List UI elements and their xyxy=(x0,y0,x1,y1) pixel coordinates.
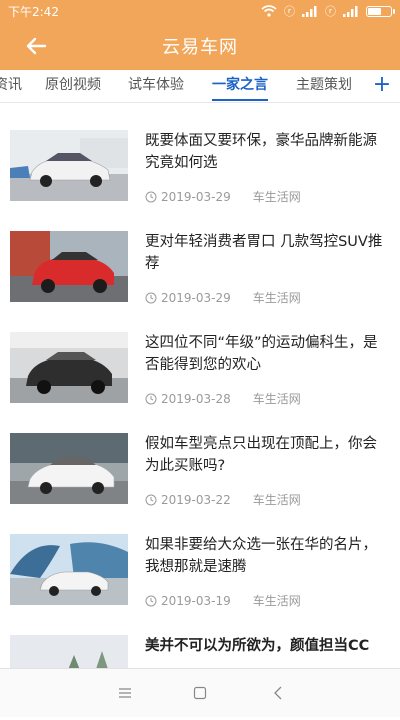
menu-button[interactable] xyxy=(113,681,137,705)
status-time: 下午2:42 xyxy=(8,4,59,19)
tab-news[interactable]: 资讯 xyxy=(0,70,22,102)
system-nav-bar xyxy=(0,668,400,717)
sim-r-icon-2: ⓡ xyxy=(325,4,336,18)
article-title: 既要体面又要环保，豪华品牌新能源究竟如何选 xyxy=(145,133,377,171)
article-date: 2019-03-29 xyxy=(161,290,231,305)
article-thumbnail xyxy=(10,534,128,605)
article-title: 美并不可以为所欲为，颜值担当CC xyxy=(145,638,370,654)
category-tabs: 资讯 原创视频 试车体验 一家之言 主题策划 + xyxy=(0,70,400,103)
list-item[interactable]: 更对年轻消费者胃口 几款驾控SUV推荐 2019-03-29 车生活网 xyxy=(0,215,400,316)
page-title: 云易车网 xyxy=(162,37,238,58)
article-title: 假如车型亮点只出现在顶配上，你会为此买账吗? xyxy=(145,436,377,474)
sim-r-icon: ⓡ xyxy=(284,4,295,18)
clock-icon xyxy=(145,494,157,505)
article-meta: 2019-03-29 车生活网 xyxy=(145,289,301,306)
article-title: 这四位不同“年级”的运动偏科生，是否能得到您的欢心 xyxy=(145,335,378,373)
clock-icon xyxy=(145,393,157,404)
status-bar: 下午2:42 ⓡ ⓡ xyxy=(0,0,400,22)
add-tab-button[interactable]: + xyxy=(370,70,394,102)
clock-icon xyxy=(145,191,157,202)
list-item[interactable]: 这四位不同“年级”的运动偏科生，是否能得到您的欢心 2019-03-28 车生活… xyxy=(0,316,400,417)
article-title: 更对年轻消费者胃口 几款驾控SUV推荐 xyxy=(145,234,383,272)
article-source: 车生活网 xyxy=(252,392,301,406)
clock-icon xyxy=(145,292,157,303)
article-date: 2019-03-28 xyxy=(161,391,231,406)
tab-theme-planning[interactable]: 主题策划 xyxy=(296,70,352,102)
article-thumbnail xyxy=(10,130,128,201)
article-date: 2019-03-19 xyxy=(161,593,231,608)
home-button[interactable] xyxy=(188,681,212,705)
article-source: 车生活网 xyxy=(252,190,301,204)
chevron-left-icon xyxy=(274,686,282,700)
article-date: 2019-03-29 xyxy=(161,189,231,204)
article-meta: 2019-03-22 车生活网 xyxy=(145,491,301,508)
article-date: 2019-03-22 xyxy=(161,492,231,507)
signal-icon-2 xyxy=(343,5,358,17)
article-meta: 2019-03-19 车生活网 xyxy=(145,592,301,609)
clock-icon xyxy=(145,595,157,606)
wifi-icon xyxy=(261,5,277,17)
article-source: 车生活网 xyxy=(252,594,301,608)
arrow-left-icon xyxy=(26,37,47,55)
tab-opinion[interactable]: 一家之言 xyxy=(212,70,268,102)
article-thumbnail xyxy=(10,332,128,403)
article-source: 车生活网 xyxy=(252,291,301,305)
battery-icon xyxy=(366,5,395,17)
article-meta: 2019-03-28 车生活网 xyxy=(145,390,301,407)
menu-icon xyxy=(119,688,131,698)
signal-icon xyxy=(302,5,317,17)
app-header: 云易车网 xyxy=(0,22,400,70)
home-square-icon xyxy=(193,686,207,700)
list-item[interactable]: 如果非要给大众选一张在华的名片，我想那就是速腾 2019-03-19 车生活网 xyxy=(0,518,400,619)
tab-original-video[interactable]: 原创视频 xyxy=(45,70,101,102)
status-icons: ⓡ ⓡ xyxy=(261,4,395,18)
list-item[interactable]: 假如车型亮点只出现在顶配上，你会为此买账吗? 2019-03-22 车生活网 xyxy=(0,417,400,518)
plus-icon: + xyxy=(372,72,392,97)
back-button[interactable] xyxy=(20,22,52,70)
tab-test-drive[interactable]: 试车体验 xyxy=(128,70,184,102)
article-thumbnail xyxy=(10,433,128,504)
article-meta: 2019-03-29 车生活网 xyxy=(145,188,301,205)
article-thumbnail xyxy=(10,231,128,302)
list-item[interactable]: 既要体面又要环保，豪华品牌新能源究竟如何选 2019-03-29 车生活网 xyxy=(0,114,400,215)
back-nav-button[interactable] xyxy=(266,681,290,705)
article-source: 车生活网 xyxy=(252,493,301,507)
article-title: 如果非要给大众选一张在华的名片，我想那就是速腾 xyxy=(145,537,377,575)
